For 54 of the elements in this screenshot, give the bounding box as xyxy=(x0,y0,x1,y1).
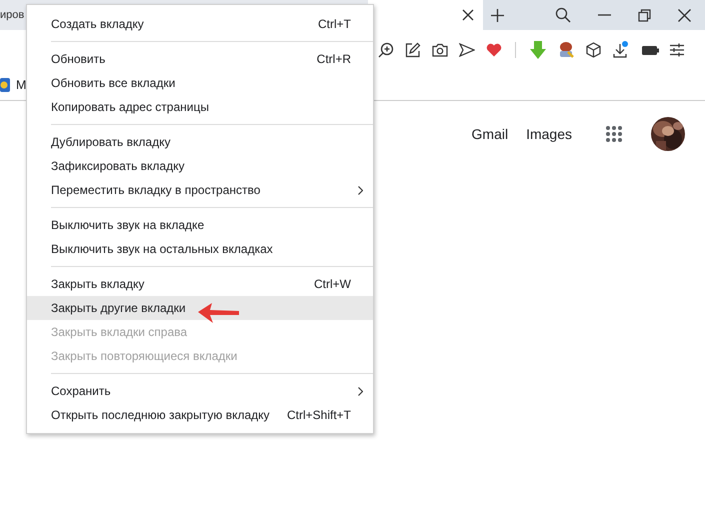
extension-icon[interactable] xyxy=(557,41,575,59)
header-link[interactable]: Gmail xyxy=(472,126,508,142)
zoom-in-icon[interactable] xyxy=(378,42,394,58)
heart-icon[interactable] xyxy=(486,43,502,57)
menu-item[interactable]: Закрыть вкладку Ctrl+W xyxy=(27,272,373,296)
menu-item-label: Дублировать вкладку xyxy=(51,135,170,149)
menu-item[interactable]: Сохранить xyxy=(27,379,373,403)
menu-item-label: Открыть последнюю закрытую вкладку xyxy=(51,408,270,422)
shortcut-label: Ctrl+T xyxy=(318,17,351,31)
menu-item[interactable]: Копировать адрес страницы xyxy=(27,95,373,119)
shortcut-label: Ctrl+W xyxy=(314,277,351,291)
plus-icon[interactable] xyxy=(491,8,504,22)
menu-item[interactable]: Обновить Ctrl+R xyxy=(27,47,373,71)
menu-item[interactable]: Закрыть другие вкладки xyxy=(27,296,373,320)
menu-item-label: Копировать адрес страницы xyxy=(51,100,209,114)
menu-item-label: Выключить звук на остальных вкладках xyxy=(51,242,273,256)
menu-item-label: Обновить xyxy=(51,52,106,66)
menu-item[interactable]: Переместить вкладку в пространство xyxy=(27,178,373,202)
search-icon[interactable] xyxy=(555,7,571,23)
sliders-icon[interactable] xyxy=(670,43,684,57)
menu-item-label: Зафиксировать вкладку xyxy=(51,159,184,173)
close-icon[interactable] xyxy=(462,9,474,21)
menu-item-label: Закрыть вкладки справа xyxy=(51,325,188,339)
bookmark-icon xyxy=(0,78,10,92)
menu-item-label: Обновить все вкладки xyxy=(51,76,176,90)
edit-icon[interactable] xyxy=(405,42,421,58)
battery-icon[interactable] xyxy=(642,46,659,54)
menu-item[interactable]: Дублировать вкладку xyxy=(27,130,373,154)
bookmark-item[interactable]: M xyxy=(0,78,26,92)
menu-item[interactable]: Выключить звук на вкладке xyxy=(27,213,373,237)
menu-item[interactable]: Зафиксировать вкладку xyxy=(27,154,373,178)
header-link[interactable]: Images xyxy=(526,126,572,142)
menu-item-label: Переместить вкладку в пространство xyxy=(51,183,260,197)
menu-item-label: Выключить звук на вкладке xyxy=(51,218,204,232)
restore-icon[interactable] xyxy=(638,8,651,22)
menu-item[interactable]: Обновить все вкладки xyxy=(27,71,373,95)
cube-icon[interactable] xyxy=(586,42,601,58)
camera-icon[interactable] xyxy=(432,43,448,57)
menu-item-label: Закрыть другие вкладки xyxy=(51,301,186,315)
shortcut-label: Ctrl+Shift+T xyxy=(286,408,351,422)
menu-item[interactable]: Открыть последнюю закрытую вкладку Ctrl+Shift+T xyxy=(27,403,373,427)
menu-item[interactable]: Выключить звук на остальных вкладках xyxy=(27,237,373,261)
arrow-annotation xyxy=(198,303,240,323)
menu-item-label: Сохранить xyxy=(51,384,111,398)
minimize-icon[interactable] xyxy=(598,14,611,16)
menu-item-label: Закрыть повторяющиеся вкладки xyxy=(51,349,238,363)
shortcut-label: Ctrl+R xyxy=(316,52,351,66)
apps-grid-icon[interactable] xyxy=(605,125,623,143)
menu-item[interactable]: Создать вкладку Ctrl+T xyxy=(27,12,373,36)
menu-item-label: Создать вкладку xyxy=(51,17,144,31)
send-icon[interactable] xyxy=(459,43,475,57)
close-icon[interactable] xyxy=(678,8,691,22)
download-icon[interactable] xyxy=(612,41,628,59)
menu-item-label: Закрыть вкладку xyxy=(51,277,144,291)
